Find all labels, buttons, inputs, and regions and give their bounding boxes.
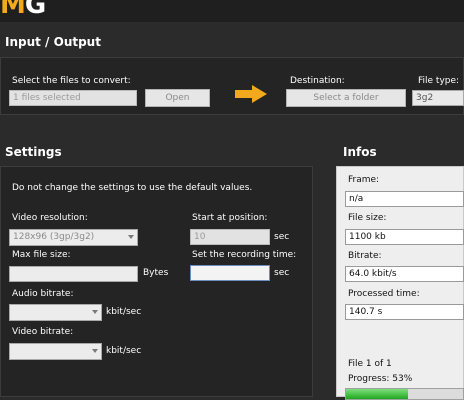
video-bitrate-label: Video bitrate: [12,327,74,337]
open-button[interactable]: Open [145,89,210,107]
settings-notice: Do not change the settings to use the de… [12,183,253,193]
recording-time-label: Set the recording time: [192,250,297,260]
audio-bitrate-select[interactable] [9,304,102,321]
bitrate-value: 64.0 kbit/s [345,266,464,282]
files-selected-field[interactable]: 1 files selected [9,90,137,106]
max-file-size-input[interactable] [9,266,138,282]
chevron-down-icon [92,349,98,353]
audio-bitrate-unit-label: kbit/sec [106,307,142,317]
top-bar [0,0,464,22]
arrow-right-icon [235,85,267,103]
chevron-down-icon [92,310,98,314]
max-file-size-label: Max file size: [12,250,71,260]
section-title-infos: Infos [343,145,377,159]
progress-bar [345,388,464,400]
video-bitrate-unit-label: kbit/sec [106,346,142,356]
file-count-text: File 1 of 1 [348,359,392,369]
file-size-label: File size: [348,213,387,223]
progress-bar-fill [346,389,408,399]
destination-label: Destination: [290,76,345,86]
video-resolution-select[interactable]: 128x96 (3gp/3g2) [9,229,138,246]
section-title-settings: Settings [5,145,62,159]
video-resolution-value: 128x96 (3gp/3g2) [13,232,95,242]
progress-text: Progress: 53% [348,374,413,384]
app-logo: MG [0,0,46,20]
section-title-input-output: Input / Output [5,35,101,49]
select-files-label: Select the files to convert: [12,76,131,86]
bytes-unit-label: Bytes [143,268,169,278]
frame-value: n/a [345,191,464,207]
video-resolution-label: Video resolution: [12,213,88,223]
video-bitrate-select[interactable] [9,343,102,360]
file-size-value: 1100 kb [345,229,464,245]
bitrate-label: Bitrate: [348,251,382,261]
start-position-unit-label: sec [274,232,290,242]
file-type-field[interactable]: 3g2 [412,90,464,106]
frame-label: Frame: [348,175,380,185]
start-position-input[interactable]: 10 [190,229,270,245]
chevron-down-icon [128,235,134,239]
recording-time-input[interactable] [190,265,270,281]
processed-time-value: 140.7 s [345,304,464,320]
select-folder-button[interactable]: Select a folder [286,89,406,107]
start-position-label: Start at position: [192,213,268,223]
file-type-label: File type: [418,76,460,86]
recording-time-unit-label: sec [274,268,290,278]
processed-time-label: Processed time: [348,289,420,299]
audio-bitrate-label: Audio bitrate: [12,289,74,299]
